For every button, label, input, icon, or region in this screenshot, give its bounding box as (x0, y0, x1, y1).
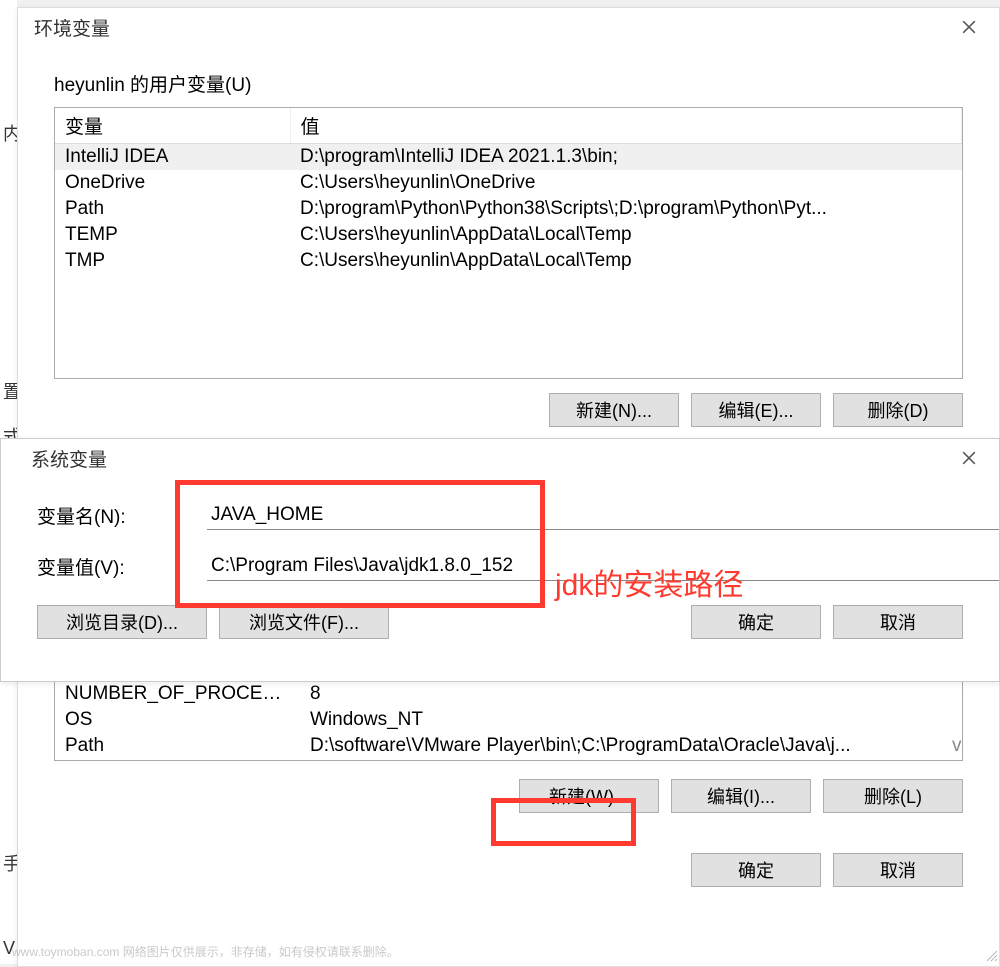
table-row[interactable]: PathD:\software\VMware Player\bin\;C:\Pr… (55, 733, 962, 759)
sysvar-ok-button[interactable]: 确定 (691, 605, 821, 639)
env-titlebar: 环境变量 (18, 8, 999, 46)
close-icon[interactable] (949, 12, 989, 42)
var-value-label: 变量值(V): (37, 553, 207, 580)
annotation-text: jdk的安装路径 (555, 560, 743, 604)
sysvar-titlebar: 系统变量 (1, 439, 999, 477)
watermark-text: www.toymoban.com 网络图片仅供展示，非存储，如有侵权请联系删除。 (12, 943, 399, 960)
table-row[interactable]: NUMBER_OF_PROCESSORS8 (55, 681, 962, 707)
table-row[interactable]: TEMPC:\Users\heyunlin\AppData\Local\Temp (55, 222, 962, 248)
system-vars-table[interactable]: NUMBER_OF_PROCESSORS8 OSWindows_NT PathD… (54, 681, 963, 761)
new-user-var-button[interactable]: 新建(N)... (549, 393, 679, 427)
col-header-var[interactable]: 变量 (55, 108, 290, 144)
table-row[interactable]: IntelliJ IDEAD:\program\IntelliJ IDEA 20… (55, 144, 962, 171)
env-cancel-button[interactable]: 取消 (833, 853, 963, 887)
browse-dir-button[interactable]: 浏览目录(D)... (37, 605, 207, 639)
edit-sys-var-button[interactable]: 编辑(I)... (671, 779, 811, 813)
user-vars-table[interactable]: 变量 值 IntelliJ IDEAD:\program\IntelliJ ID… (54, 107, 963, 379)
var-name-label: 变量名(N): (37, 502, 207, 529)
delete-sys-var-button[interactable]: 删除(L) (823, 779, 963, 813)
table-row[interactable]: OneDriveC:\Users\heyunlin\OneDrive (55, 170, 962, 196)
browse-file-button[interactable]: 浏览文件(F)... (219, 605, 389, 639)
edit-sysvar-window: 系统变量 变量名(N): 变量值(V): 浏览目录(D)... 浏览文件(F).… (0, 438, 1000, 682)
resize-grip-icon[interactable] (984, 948, 998, 962)
close-icon[interactable] (949, 443, 989, 473)
system-vars-buttons: 新建(W)... 编辑(I)... 删除(L) (18, 765, 999, 813)
user-vars-label: heyunlin 的用户变量(U) (18, 46, 999, 107)
sysvar-title: 系统变量 (31, 445, 107, 472)
env-ok-button[interactable]: 确定 (691, 853, 821, 887)
var-name-input[interactable] (207, 501, 999, 530)
delete-user-var-button[interactable]: 删除(D) (833, 393, 963, 427)
env-title: 环境变量 (34, 14, 110, 41)
sysvar-cancel-button[interactable]: 取消 (833, 605, 963, 639)
new-sys-var-button[interactable]: 新建(W)... (519, 779, 659, 813)
col-header-val[interactable]: 值 (290, 108, 962, 144)
env-ok-cancel: 确定 取消 (18, 853, 999, 887)
edit-user-var-button[interactable]: 编辑(E)... (691, 393, 821, 427)
table-row[interactable]: TMPC:\Users\heyunlin\AppData\Local\Temp (55, 248, 962, 274)
user-vars-buttons: 新建(N)... 编辑(E)... 删除(D) (18, 379, 999, 427)
table-row[interactable]: OSWindows_NT (55, 707, 962, 733)
scroll-down-icon[interactable]: v (942, 733, 962, 759)
table-row[interactable]: PathD:\program\Python\Python38\Scripts\;… (55, 196, 962, 222)
